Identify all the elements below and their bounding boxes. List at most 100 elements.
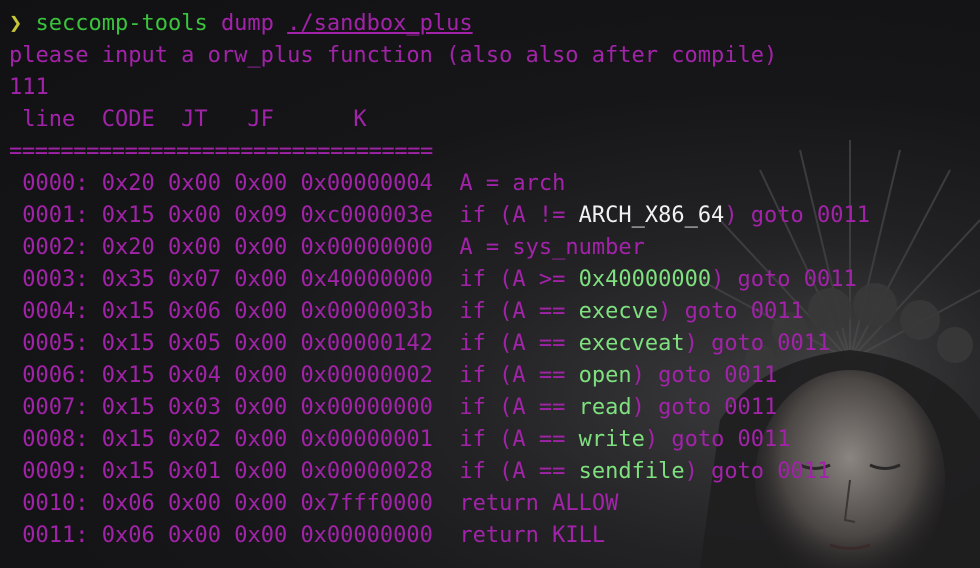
row-jf: 0x00 xyxy=(234,299,288,324)
row-jf: 0x00 xyxy=(234,363,288,388)
row-jf: 0x00 xyxy=(234,427,288,452)
command-args: dump xyxy=(220,11,274,36)
row-k: 0x7fff0000 xyxy=(300,491,433,516)
row-instruction: if (A == xyxy=(459,363,579,388)
row-goto: ) goto 0011 xyxy=(684,459,831,484)
table-separator: ================================= xyxy=(9,139,433,164)
row-instruction: if (A == xyxy=(459,427,579,452)
row-highlight: ARCH_X86_64 xyxy=(578,203,725,228)
row-code: 0x15 xyxy=(101,459,155,484)
row-highlight: open xyxy=(578,363,632,388)
row-jt: 0x07 xyxy=(167,267,221,292)
row-line-number: 0007: xyxy=(9,395,89,420)
table-row: 0002: 0x20 0x00 0x00 0x00000000 A = sys_… xyxy=(9,232,870,264)
row-jf: 0x00 xyxy=(234,395,288,420)
row-code: 0x15 xyxy=(101,363,155,388)
row-code: 0x15 xyxy=(101,331,155,356)
row-jf: 0x00 xyxy=(234,171,288,196)
row-line-number: 0008: xyxy=(9,427,89,452)
row-line-number: 0003: xyxy=(9,267,89,292)
table-row: 0003: 0x35 0x07 0x00 0x40000000 if (A >=… xyxy=(9,264,870,296)
row-line-number: 0000: xyxy=(9,171,89,196)
row-code: 0x35 xyxy=(101,267,155,292)
row-highlight: execve xyxy=(578,299,659,324)
row-code: 0x15 xyxy=(101,395,155,420)
row-jf: 0x00 xyxy=(234,459,288,484)
row-instruction: A = arch xyxy=(459,171,566,196)
row-line-number: 0011: xyxy=(9,523,89,548)
row-goto: ) goto 0011 xyxy=(724,203,871,228)
row-code: 0x15 xyxy=(101,427,155,452)
row-highlight: write xyxy=(578,427,645,452)
row-line-number: 0001: xyxy=(9,203,89,228)
row-code: 0x15 xyxy=(101,299,155,324)
row-k: 0x00000000 xyxy=(300,395,433,420)
row-goto: ) goto 0011 xyxy=(684,331,831,356)
row-jt: 0x00 xyxy=(167,171,221,196)
row-goto: ) goto 0011 xyxy=(658,299,804,324)
row-jf: 0x00 xyxy=(234,267,288,292)
table-row: 0001: 0x15 0x00 0x09 0xc000003e if (A !=… xyxy=(9,200,870,232)
row-line-number: 0010: xyxy=(9,491,89,516)
row-code: 0x20 xyxy=(101,171,155,196)
program-message: please input a orw_plus function (also a… xyxy=(9,43,778,68)
table-row: 0005: 0x15 0x05 0x00 0x00000142 if (A ==… xyxy=(9,328,870,360)
row-jf: 0x00 xyxy=(234,331,288,356)
table-row: 0009: 0x15 0x01 0x00 0x00000028 if (A ==… xyxy=(9,456,870,488)
row-code: 0x15 xyxy=(101,203,155,228)
row-jt: 0x05 xyxy=(167,331,221,356)
command-name: seccomp-tools xyxy=(35,11,208,36)
row-instruction: if (A == xyxy=(459,459,579,484)
row-line-number: 0005: xyxy=(9,331,89,356)
row-instruction: if (A >= xyxy=(459,267,579,292)
row-k: 0x00000000 xyxy=(300,235,433,260)
row-k: 0x00000028 xyxy=(300,459,433,484)
row-jt: 0x00 xyxy=(167,523,221,548)
row-instruction: A = sys_number xyxy=(459,235,645,260)
input-echo: 111 xyxy=(9,75,49,100)
row-jf: 0x00 xyxy=(234,235,288,260)
row-instruction: if (A != xyxy=(459,203,579,228)
row-k: 0x0000003b xyxy=(300,299,433,324)
row-goto: ) goto 0011 xyxy=(631,363,778,388)
row-jt: 0x00 xyxy=(167,235,221,260)
row-highlight: sendfile xyxy=(578,459,685,484)
terminal-output: ❯ seccomp-tools dump ./sandbox_plus plea… xyxy=(9,8,870,552)
row-instruction: if (A == xyxy=(459,331,579,356)
row-instruction: return ALLOW xyxy=(459,491,619,516)
row-jt: 0x02 xyxy=(167,427,221,452)
table-row: 0007: 0x15 0x03 0x00 0x00000000 if (A ==… xyxy=(9,392,870,424)
row-code: 0x20 xyxy=(101,235,155,260)
row-k: 0x00000001 xyxy=(300,427,433,452)
row-goto: ) goto 0011 xyxy=(644,427,791,452)
row-instruction: if (A == xyxy=(459,299,579,324)
table-row: 0010: 0x06 0x00 0x00 0x7fff0000 return A… xyxy=(9,488,870,520)
row-k: 0x00000000 xyxy=(300,523,433,548)
prompt-arrow-icon: ❯ xyxy=(9,11,23,36)
row-goto: ) goto 0011 xyxy=(631,395,778,420)
row-highlight: 0x40000000 xyxy=(578,267,712,292)
row-k: 0x00000002 xyxy=(300,363,433,388)
row-code: 0x06 xyxy=(101,491,155,516)
command-line: ❯ seccomp-tools dump ./sandbox_plus xyxy=(9,8,870,40)
table-row: 0004: 0x15 0x06 0x00 0x0000003b if (A ==… xyxy=(9,296,870,328)
row-code: 0x06 xyxy=(101,523,155,548)
row-highlight: execveat xyxy=(578,331,685,356)
command-path-link[interactable]: ./sandbox_plus xyxy=(287,11,472,36)
row-jt: 0x00 xyxy=(167,203,221,228)
row-line-number: 0004: xyxy=(9,299,89,324)
row-jt: 0x06 xyxy=(167,299,221,324)
row-jt: 0x01 xyxy=(167,459,221,484)
row-line-number: 0002: xyxy=(9,235,89,260)
row-k: 0x00000142 xyxy=(300,331,433,356)
row-highlight: read xyxy=(578,395,632,420)
terminal-window[interactable]: ❯ seccomp-tools dump ./sandbox_plus plea… xyxy=(0,0,980,568)
row-goto: ) goto 0011 xyxy=(711,267,857,292)
row-k: 0x40000000 xyxy=(300,267,433,292)
row-instruction: return KILL xyxy=(459,523,606,548)
table-header: line CODE JT JF K xyxy=(9,107,367,132)
row-k: 0x00000004 xyxy=(300,171,433,196)
table-row: 0000: 0x20 0x00 0x00 0x00000004 A = arch xyxy=(9,168,870,200)
row-jt: 0x03 xyxy=(167,395,221,420)
row-line-number: 0009: xyxy=(9,459,89,484)
